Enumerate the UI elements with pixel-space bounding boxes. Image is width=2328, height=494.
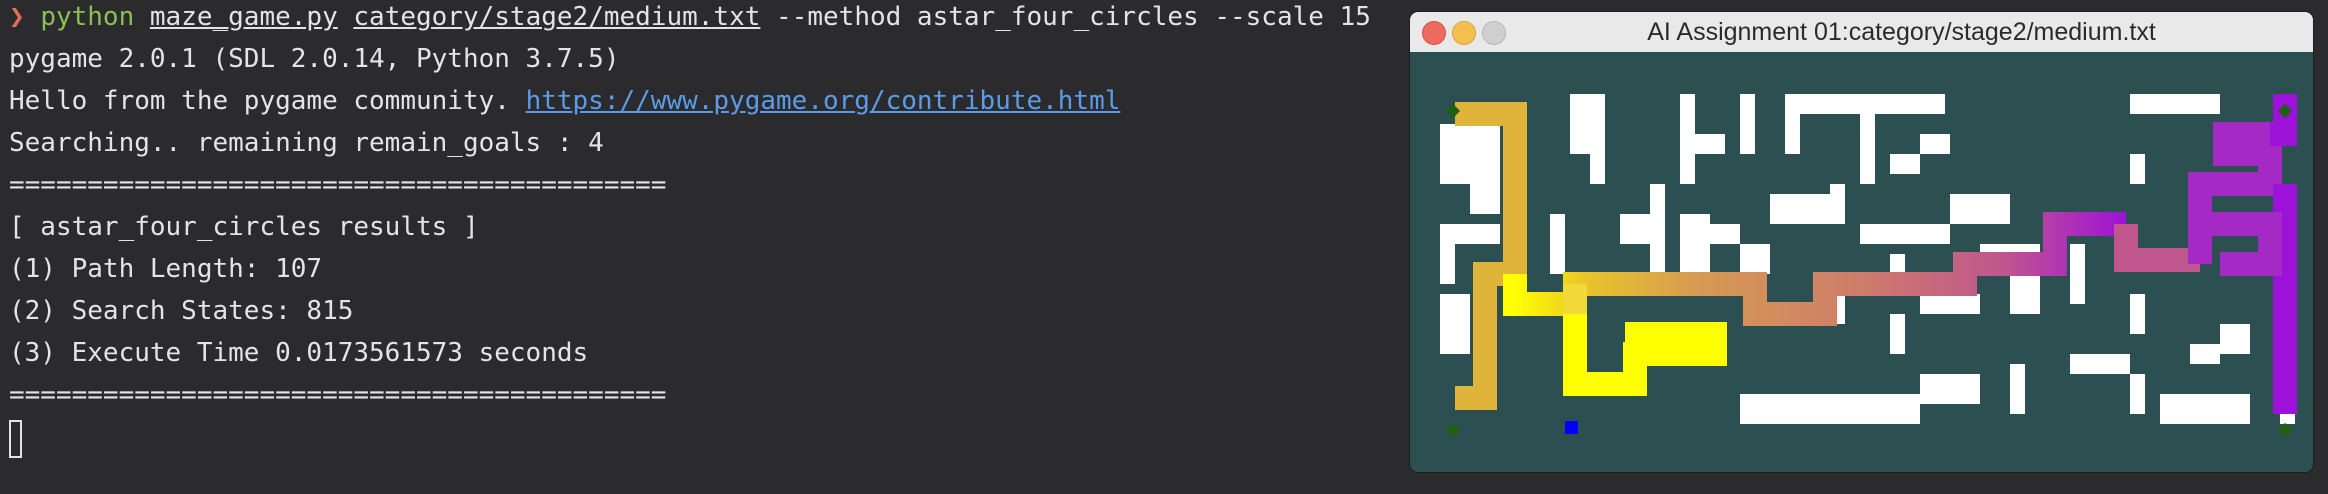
command-args: --method astar_four_circles --scale 15 [776, 2, 1371, 32]
searching-line: Searching.. remaining remain_goals : 4 [9, 128, 604, 158]
separator-line-2: ========================================… [9, 380, 667, 410]
close-button[interactable] [1422, 21, 1446, 45]
prompt-symbol: ❯ [9, 2, 25, 32]
contribute-link[interactable]: https://www.pygame.org/contribute.html [526, 86, 1121, 116]
pygame-version-line: pygame 2.0.1 (SDL 2.0.14, Python 3.7.5) [9, 44, 620, 74]
separator-line: ========================================… [9, 170, 667, 200]
command-script: maze_game.py [149, 2, 338, 32]
search-states-line: (2) Search States: 815 [9, 296, 354, 326]
results-header: [ astar_four_circles results ] [9, 212, 479, 242]
command-program: python [40, 2, 135, 32]
pygame-window[interactable]: AI Assignment 01:category/stage2/medium.… [1410, 12, 2313, 472]
minimize-button[interactable] [1452, 21, 1476, 45]
maze-canvas [1410, 52, 2313, 472]
terminal[interactable]: ❯ python maze_game.py category/stage2/me… [0, 0, 1400, 494]
command-line: ❯ python maze_game.py category/stage2/me… [9, 0, 1371, 34]
terminal-cursor [9, 420, 22, 458]
window-titlebar[interactable]: AI Assignment 01:category/stage2/medium.… [1410, 12, 2313, 53]
start-marker [1565, 421, 1578, 434]
window-title: AI Assignment 01:category/stage2/medium.… [1647, 18, 2156, 46]
command-map-file: category/stage2/medium.txt [353, 2, 761, 32]
execute-time-line: (3) Execute Time 0.0173561573 seconds [9, 338, 589, 368]
path-length-line: (1) Path Length: 107 [9, 254, 323, 284]
hello-line: Hello from the pygame community. https:/… [9, 84, 1120, 118]
hello-text: Hello from the pygame community. [9, 86, 526, 116]
